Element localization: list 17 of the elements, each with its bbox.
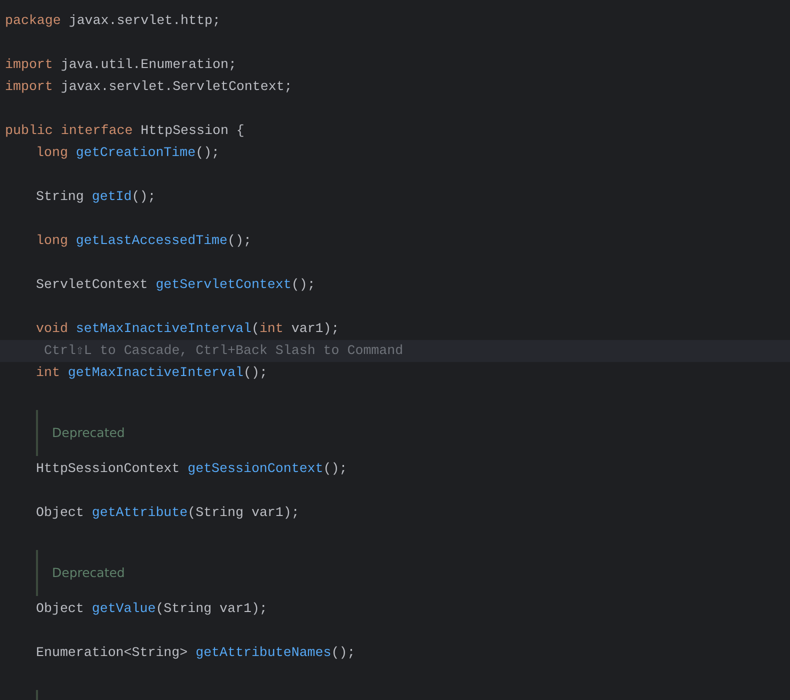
code-line: Object getAttribute(String var1);	[36, 504, 300, 522]
code-line: import java.util.Enumeration;	[5, 56, 236, 74]
code-line: Enumeration<String> getAttributeNames();	[36, 644, 356, 662]
code-line: Object getValue(String var1);	[36, 600, 268, 618]
code-line: int getMaxInactiveInterval();	[36, 364, 268, 382]
deprecated-label: Deprecated	[52, 564, 125, 582]
code-line: String getId();	[36, 188, 156, 206]
code-line: import javax.servlet.ServletContext;	[5, 78, 292, 96]
deprecated-label: Deprecated	[52, 424, 125, 442]
code-line: long getLastAccessedTime();	[36, 232, 252, 250]
shortcut-hint: Ctrl⇧L to Cascade, Ctrl+Back Slash to Command	[44, 343, 404, 358]
code-line: long getCreationTime();	[36, 144, 220, 162]
code-line: HttpSessionContext getSessionContext();	[36, 460, 348, 478]
code-line: public interface HttpSession {	[5, 122, 244, 140]
code-line: void setMaxInactiveInterval(int var1);	[36, 320, 340, 338]
code-line: ServletContext getServletContext();	[36, 276, 316, 294]
code-line: package javax.servlet.http;	[5, 12, 220, 30]
